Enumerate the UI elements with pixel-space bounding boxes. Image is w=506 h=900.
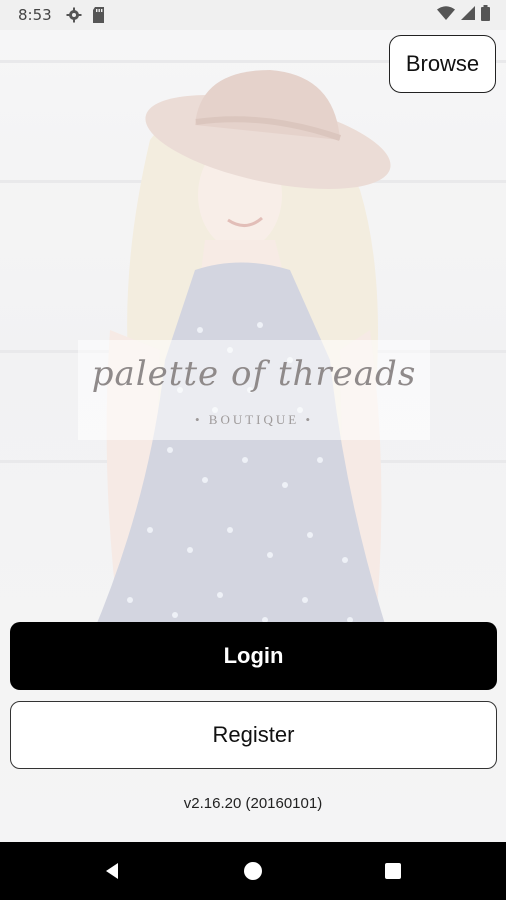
brand-logo: palette of threads • BOUTIQUE • bbox=[78, 340, 430, 440]
app-screen: 8:53 Browse palette of threads • BOUTIQU… bbox=[0, 0, 506, 900]
gear-icon bbox=[66, 7, 82, 23]
recents-icon[interactable] bbox=[363, 842, 423, 900]
back-icon[interactable] bbox=[82, 842, 142, 900]
register-button[interactable]: Register bbox=[10, 701, 497, 769]
status-indicators bbox=[437, 5, 490, 25]
logo-script-text: palette of threads bbox=[91, 354, 417, 394]
browse-button[interactable]: Browse bbox=[389, 35, 496, 93]
status-time: 8:53 bbox=[18, 6, 52, 24]
logo-subtitle: • BOUTIQUE • bbox=[194, 412, 314, 427]
signal-icon bbox=[461, 6, 475, 24]
login-button[interactable]: Login bbox=[10, 622, 497, 690]
system-nav-bar bbox=[0, 842, 506, 900]
wifi-icon bbox=[437, 6, 455, 24]
app-version: v2.16.20 (20160101) bbox=[183, 795, 323, 812]
battery-icon bbox=[481, 5, 490, 25]
sd-card-icon bbox=[92, 7, 105, 23]
status-bar: 8:53 bbox=[0, 0, 506, 30]
home-icon[interactable] bbox=[223, 842, 283, 900]
